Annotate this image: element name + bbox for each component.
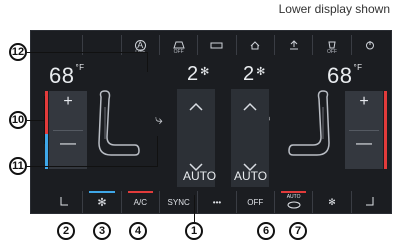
left-temperature: 68°F	[49, 63, 85, 89]
upload-button[interactable]	[273, 35, 312, 55]
left-temp-unit: °F	[75, 63, 85, 72]
seat-fan-button[interactable]: ✻	[312, 191, 350, 213]
left-temp-up-button[interactable]: +	[49, 93, 87, 111]
callout-7: 7	[289, 222, 307, 240]
off-label: OFF	[247, 197, 264, 207]
right-fan-value: 2	[243, 63, 255, 85]
active-indicator	[127, 191, 153, 193]
right-seat-heat-button[interactable]	[350, 191, 389, 213]
bottom-button-bar: ✻ A/C SYNC ••• OFF AUTO ✻	[45, 191, 389, 213]
right-temp-control: + —	[345, 91, 383, 169]
home-button[interactable]	[235, 35, 274, 55]
button-sub-label: OFF	[326, 49, 337, 55]
auto-climate-button[interactable]: AUTO	[273, 191, 312, 213]
fan-icon: ✻	[97, 196, 107, 209]
left-seat-icon	[98, 90, 140, 156]
callout-1: 1	[185, 222, 203, 240]
right-auto-label: AUTO	[234, 169, 268, 183]
callout-10: 10	[9, 111, 27, 129]
chevron-up-icon	[189, 102, 203, 111]
callout-line	[27, 120, 45, 121]
left-fan-value: 2	[187, 63, 199, 85]
callout-line	[44, 96, 45, 144]
callout-line	[194, 195, 195, 222]
power-icon	[366, 41, 375, 50]
right-temp-up-button[interactable]: +	[345, 93, 383, 111]
auto-climate-label: AUTO	[286, 194, 301, 200]
fan-icon: ✻	[200, 66, 210, 78]
callout-12: 12	[9, 43, 27, 61]
more-label: •••	[212, 197, 222, 207]
callout-4: 4	[129, 222, 147, 240]
right-temp-unit: °F	[353, 63, 363, 72]
ac-label: A/C	[133, 197, 147, 207]
left-fan-up-button[interactable]	[177, 99, 215, 117]
callout-6: 6	[257, 222, 275, 240]
left-fan-speed: 2 ✻	[187, 63, 209, 86]
rear-defrost-button[interactable]	[197, 35, 235, 55]
auto-climate-icon	[287, 201, 301, 209]
upload-icon	[289, 40, 298, 50]
right-seat-icon	[288, 90, 330, 156]
left-temp-control: + —	[49, 91, 87, 169]
fan-icon: ✻	[256, 66, 266, 78]
right-temp-value: 68	[327, 63, 353, 88]
left-auto-label: AUTO	[183, 169, 217, 183]
left-seat-heat-button[interactable]	[45, 191, 82, 213]
divider	[349, 130, 379, 131]
off-button[interactable]: OFF	[235, 191, 274, 213]
caption: Lower display shown	[278, 2, 390, 16]
callout-2: 2	[57, 222, 75, 240]
right-fan-up-button[interactable]	[231, 99, 269, 117]
left-temp-value: 68	[49, 63, 75, 88]
seat-heat-right-icon	[366, 197, 374, 206]
button-sub-label: OFF	[173, 49, 184, 55]
left-temp-indicator	[45, 91, 48, 169]
home-icon	[250, 41, 260, 50]
right-temp-down-button[interactable]: —	[345, 135, 383, 153]
left-airflow-icon[interactable]: ⤷	[155, 111, 163, 128]
more-button[interactable]: •••	[197, 191, 235, 213]
right-temp-indicator	[384, 91, 387, 169]
seat-fan-right-icon: ✻	[328, 196, 336, 207]
seat-heat-left-icon	[60, 197, 68, 206]
callout-11: 11	[9, 157, 27, 175]
callout-line	[157, 136, 158, 167]
chevron-up-icon	[243, 102, 257, 111]
callout-3: 3	[93, 222, 111, 240]
fan-mode-button[interactable]: ✻	[82, 191, 120, 213]
sync-label: SYNC	[167, 197, 190, 207]
right-fan-speed: 2 ✻	[243, 63, 265, 86]
air-quality-button[interactable]: OFF	[312, 35, 350, 55]
power-button[interactable]	[350, 35, 389, 55]
callout-line	[27, 52, 147, 53]
right-temperature: 68°F	[327, 63, 363, 89]
climate-display: A OFF OFF OFF 68°F 68°F 2✻	[30, 30, 392, 214]
rear-defrost-icon	[210, 42, 223, 49]
sync-button[interactable]: SYNC	[158, 191, 197, 213]
ac-button[interactable]: A/C	[120, 191, 159, 213]
left-temp-down-button[interactable]: —	[49, 135, 87, 153]
active-indicator	[280, 191, 307, 193]
callout-line	[27, 166, 157, 167]
active-indicator	[89, 191, 115, 193]
windshield-button[interactable]: OFF	[158, 35, 197, 55]
divider	[53, 130, 83, 131]
callout-line	[147, 52, 148, 72]
